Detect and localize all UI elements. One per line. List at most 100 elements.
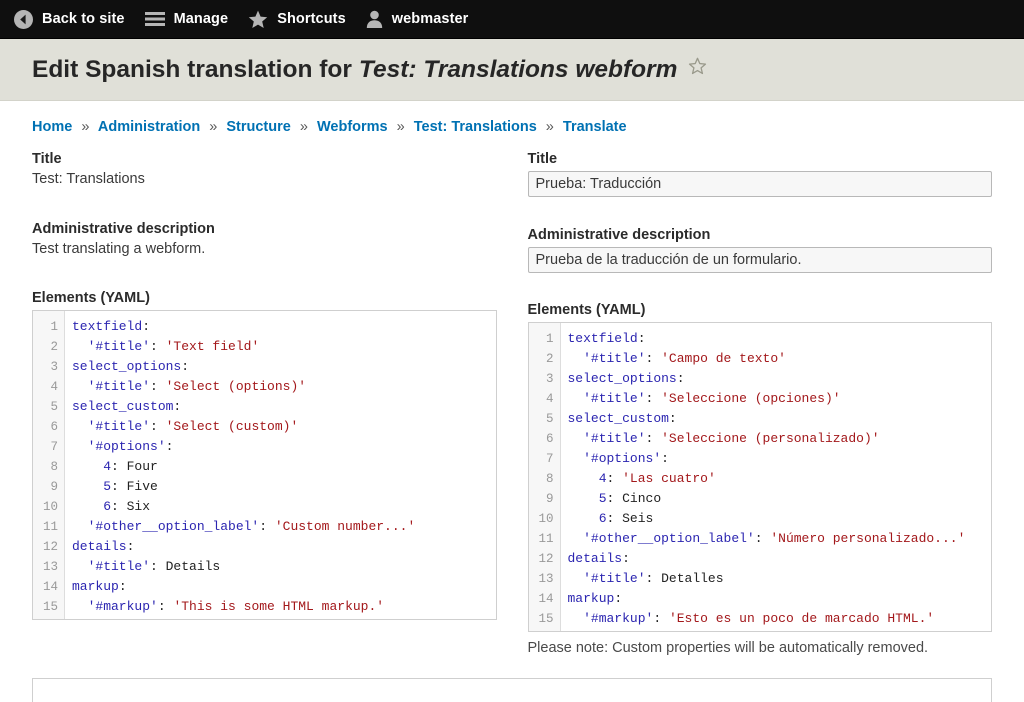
translation-title-label: Title bbox=[527, 151, 558, 167]
user-avatar-icon bbox=[366, 10, 383, 28]
translation-title-input[interactable] bbox=[527, 171, 992, 197]
code-line: textfield: bbox=[568, 329, 992, 349]
code-token: : bbox=[150, 379, 166, 394]
code-line: textfield: bbox=[72, 317, 496, 337]
line-number: 15 bbox=[42, 600, 58, 614]
code-token: Detalles bbox=[661, 571, 724, 586]
code-line: '#title': 'Seleccione (opciones)' bbox=[568, 389, 992, 409]
code-token: select_options bbox=[567, 371, 677, 386]
line-number: 14 bbox=[538, 592, 554, 606]
code-token: : bbox=[668, 411, 677, 426]
page-title: Edit Spanish translation for Test: Trans… bbox=[32, 56, 707, 84]
translation-description-label: Administrative description bbox=[527, 227, 711, 243]
toolbar-item-label: Shortcuts bbox=[277, 11, 346, 27]
code-token: '#other__option_label' bbox=[72, 519, 260, 534]
star-filled-icon bbox=[248, 10, 268, 29]
code-token: : bbox=[165, 439, 174, 454]
code-token: textfield bbox=[567, 331, 638, 346]
line-number: 1 bbox=[545, 332, 554, 346]
line-number: 4 bbox=[545, 392, 554, 406]
code-token: Details bbox=[165, 559, 221, 574]
code-token: : bbox=[676, 371, 685, 386]
code-token: : bbox=[645, 571, 662, 586]
code-token: : bbox=[150, 419, 166, 434]
back-arrow-circle-icon bbox=[14, 9, 33, 29]
code-line: '#other__option_label': 'Número personal… bbox=[568, 529, 992, 549]
line-number: 5 bbox=[50, 400, 58, 414]
code-token: : bbox=[150, 339, 166, 354]
code-token: '#options' bbox=[72, 439, 166, 454]
code-token: : bbox=[645, 351, 662, 366]
translation-description-input[interactable] bbox=[527, 247, 992, 273]
line-number: 5 bbox=[545, 412, 554, 426]
code-line: details: bbox=[72, 537, 496, 557]
line-number: 6 bbox=[50, 420, 58, 434]
code-token: 'Campo de texto' bbox=[661, 351, 786, 366]
code-token: : bbox=[754, 531, 771, 546]
code-token: : bbox=[181, 359, 190, 374]
code-token: 6 bbox=[567, 511, 607, 526]
translation-columns: Title Test: Translations Administrative … bbox=[32, 151, 992, 656]
star-outline-icon[interactable] bbox=[688, 54, 707, 82]
source-title-value: Test: Translations bbox=[32, 171, 145, 187]
code-line: '#title': 'Campo de texto' bbox=[568, 349, 992, 369]
line-number: 11 bbox=[42, 520, 58, 534]
code-line: markup: bbox=[72, 577, 496, 597]
line-number: 6 bbox=[545, 432, 554, 446]
toolbar-item-shortcuts[interactable]: Shortcuts bbox=[242, 0, 360, 39]
source-elements-label: Elements (YAML) bbox=[32, 290, 150, 306]
code-token: select_custom bbox=[72, 399, 174, 414]
toolbar-item-manage[interactable]: Manage bbox=[139, 0, 243, 39]
code-token: : bbox=[118, 579, 127, 594]
line-number: 8 bbox=[50, 460, 58, 474]
line-number: 13 bbox=[42, 560, 58, 574]
breadcrumb-link-test-translations[interactable]: Test: Translations bbox=[414, 119, 537, 135]
source-yaml-code: textfield: '#title': 'Text field' select_… bbox=[65, 311, 496, 619]
code-token: '#title' bbox=[72, 559, 151, 574]
code-token: textfield bbox=[72, 319, 143, 334]
translation-elements-group: Elements (YAML) 1 2 3 4 5 6 7 8 9 10 11 12 13 14 15 te… bbox=[527, 302, 992, 656]
line-number: 7 bbox=[545, 452, 554, 466]
toolbar-item-label: Back to site bbox=[42, 11, 125, 27]
breadcrumb-link-administration[interactable]: Administration bbox=[98, 119, 200, 135]
breadcrumb-link-webforms[interactable]: Webforms bbox=[317, 119, 388, 135]
line-number: 7 bbox=[50, 440, 58, 454]
line-number: 15 bbox=[538, 612, 554, 626]
toolbar-item-back-to-site[interactable]: Back to site bbox=[8, 0, 139, 39]
code-token: : bbox=[111, 459, 127, 474]
code-token: 'Custom number...' bbox=[274, 519, 416, 534]
code-token: 5 bbox=[72, 479, 112, 494]
code-token: select_custom bbox=[567, 411, 669, 426]
code-line: 4: 'Las cuatro' bbox=[568, 469, 992, 489]
line-number: 12 bbox=[538, 552, 554, 566]
breadcrumb-separator: » bbox=[299, 119, 308, 135]
code-line: 4: Four bbox=[72, 457, 496, 477]
code-line: select_options: bbox=[568, 369, 992, 389]
code-line: markup: bbox=[568, 589, 992, 609]
line-number: 10 bbox=[42, 500, 58, 514]
breadcrumb-link-home[interactable]: Home bbox=[32, 119, 72, 135]
code-token: 'Seleccione (personalizado)' bbox=[661, 431, 880, 446]
code-line: '#title': 'Select (custom)' bbox=[72, 417, 496, 437]
code-token: : bbox=[614, 591, 623, 606]
code-line: '#title': 'Seleccione (personalizado)' bbox=[568, 429, 992, 449]
line-number: 3 bbox=[545, 372, 554, 386]
code-line: 5: Five bbox=[72, 477, 496, 497]
code-token: : bbox=[173, 399, 182, 414]
translation-yaml-editor[interactable]: 1 2 3 4 5 6 7 8 9 10 11 12 13 14 15 textfield: '#title… bbox=[527, 322, 992, 632]
code-line: '#title': 'Select (options)' bbox=[72, 377, 496, 397]
code-token: Five bbox=[126, 479, 158, 494]
code-token: : bbox=[653, 611, 669, 626]
code-token: : bbox=[645, 431, 662, 446]
code-token: : bbox=[637, 331, 646, 346]
breadcrumb-link-translate[interactable]: Translate bbox=[563, 119, 627, 135]
breadcrumb-separator: » bbox=[209, 119, 218, 135]
code-token: '#other__option_label' bbox=[567, 531, 755, 546]
translation-description-group: Administrative description bbox=[527, 227, 992, 273]
code-token: 'This is some HTML markup.' bbox=[173, 599, 385, 614]
code-token: 'Las cuatro' bbox=[622, 471, 716, 486]
code-token: : bbox=[126, 539, 135, 554]
breadcrumb-link-structure[interactable]: Structure bbox=[226, 119, 290, 135]
translation-yaml-code[interactable]: textfield: '#title': 'Campo de texto' sel… bbox=[561, 323, 992, 631]
toolbar-item-user-account[interactable]: webmaster bbox=[360, 0, 483, 39]
